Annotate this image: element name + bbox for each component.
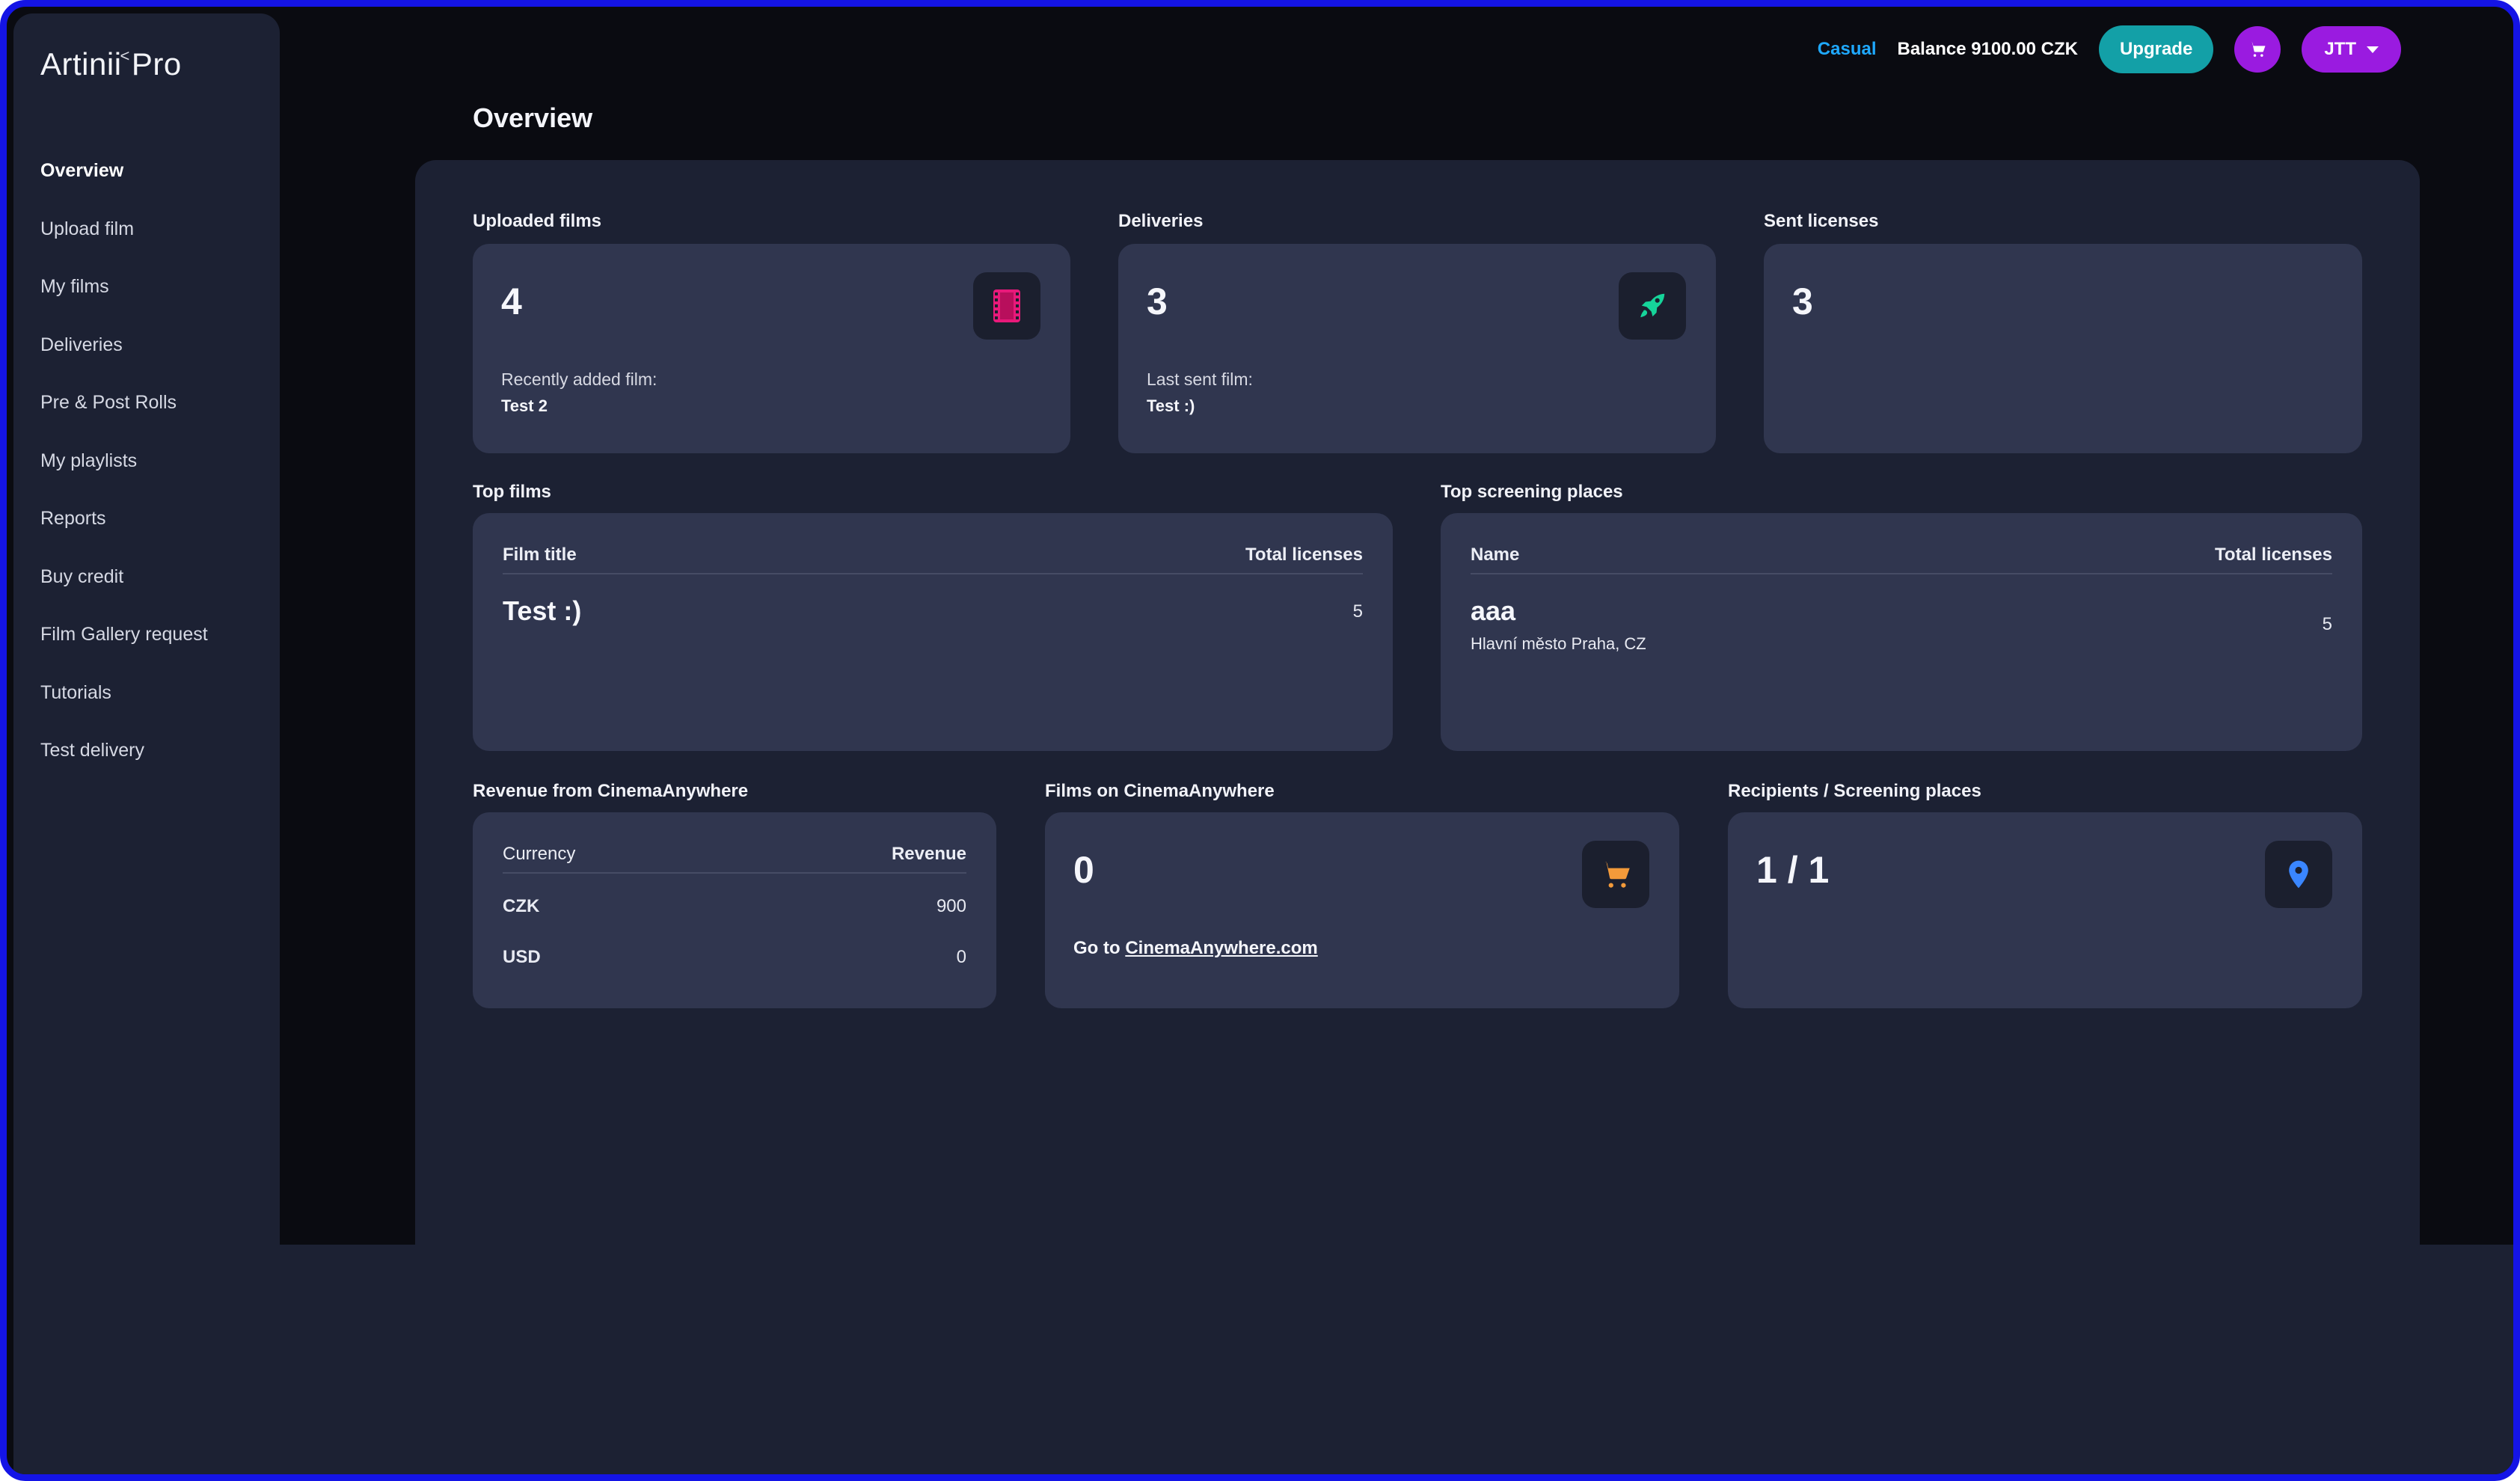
- sidebar-item-overview[interactable]: Overview: [40, 156, 208, 214]
- revenue-divider: [503, 872, 966, 874]
- app-logo[interactable]: Artinii˂Pro: [40, 46, 182, 82]
- top-places-card: Name Total licenses aaa Hlavní město Pra…: [1441, 513, 2362, 751]
- place-location-cell: Hlavní město Praha, CZ: [1471, 634, 1646, 653]
- top-films-header-licenses: Total licenses: [1245, 545, 1363, 565]
- deliveries-count: 3: [1147, 280, 1168, 322]
- upgrade-button[interactable]: Upgrade: [2098, 25, 2214, 73]
- top-films-divider: [503, 573, 1363, 574]
- overview-panel: Uploaded films 4 Recently added film: Te…: [415, 160, 2420, 1474]
- sidebar-item-my-playlists[interactable]: My playlists: [40, 446, 208, 504]
- location-pin-icon-box: [2265, 841, 2332, 908]
- top-places-header-licenses: Total licenses: [2215, 545, 2332, 565]
- sent-licenses-card: 3: [1764, 244, 2362, 453]
- user-menu-button[interactable]: JTT: [2302, 26, 2401, 73]
- sidebar-item-pre-post-rolls[interactable]: Pre & Post Rolls: [40, 387, 208, 446]
- top-places-header-name: Name: [1471, 545, 1520, 565]
- recipients-card: 1 / 1: [1728, 812, 2362, 1008]
- sidebar-item-deliveries[interactable]: Deliveries: [40, 330, 208, 388]
- top-bar: Casual Balance 9100.00 CZK Upgrade JTT: [1818, 25, 2401, 74]
- top-places-label: Top screening places: [1441, 482, 1623, 502]
- page-title: Overview: [473, 102, 593, 133]
- cart-icon: [1601, 862, 1630, 888]
- logo-suffix: Pro: [131, 46, 182, 82]
- deliveries-card: 3 Last sent film: Test :): [1118, 244, 1716, 453]
- sidebar-item-upload-film[interactable]: Upload film: [40, 214, 208, 272]
- top-films-header-title: Film title: [503, 545, 577, 565]
- revenue-header-revenue: Revenue: [891, 844, 966, 864]
- cinema-films-label: Films on CinemaAnywhere: [1045, 781, 1275, 801]
- cinema-films-card: 0 Go to CinemaAnywhere.com: [1045, 812, 1679, 1008]
- cart-button[interactable]: [2234, 26, 2281, 73]
- revenue-header-currency: Currency: [503, 844, 576, 864]
- uploaded-films-card: 4 Recently added film: Test 2: [473, 244, 1070, 453]
- cinema-films-count: 0: [1073, 849, 1094, 891]
- sidebar-nav: Overview Upload film My films Deliveries…: [40, 156, 208, 794]
- chevron-down-icon: [2367, 46, 2379, 53]
- top-films-label: Top films: [473, 482, 551, 502]
- revenue-cell: 0: [956, 947, 966, 967]
- film-icon: [993, 289, 1020, 322]
- top-places-divider: [1471, 573, 2332, 574]
- sidebar-item-test-delivery[interactable]: Test delivery: [40, 735, 208, 794]
- revenue-card: Currency Revenue CZK 900 USD 0: [473, 812, 996, 1008]
- rocket-icon-box: [1619, 272, 1686, 340]
- uploaded-films-count: 4: [501, 280, 522, 322]
- place-name-cell[interactable]: aaa: [1471, 595, 1515, 627]
- uploaded-films-label: Uploaded films: [473, 211, 602, 231]
- top-films-card: Film title Total licenses Test :) 5: [473, 513, 1393, 751]
- cinemaanywhere-link[interactable]: CinemaAnywhere.com: [1125, 938, 1317, 958]
- revenue-label: Revenue from CinemaAnywhere: [473, 781, 749, 801]
- logo-mark: ˂: [120, 46, 130, 65]
- sent-licenses-count: 3: [1792, 280, 1813, 322]
- film-title-cell[interactable]: Test :): [503, 595, 581, 627]
- currency-cell: CZK: [503, 896, 540, 916]
- sidebar-item-buy-credit[interactable]: Buy credit: [40, 562, 208, 620]
- last-sent-label: Last sent film:: [1147, 370, 1253, 389]
- location-pin-icon: [2289, 860, 2308, 889]
- sidebar-item-reports[interactable]: Reports: [40, 503, 208, 562]
- sidebar-item-tutorials[interactable]: Tutorials: [40, 678, 208, 736]
- revenue-cell: 900: [936, 896, 966, 916]
- plan-badge[interactable]: Casual: [1818, 39, 1877, 60]
- recently-added-label: Recently added film:: [501, 370, 657, 389]
- last-sent-film[interactable]: Test :): [1147, 396, 1195, 416]
- recently-added-film[interactable]: Test 2: [501, 396, 548, 416]
- currency-cell: USD: [503, 947, 541, 967]
- balance-text: Balance 9100.00 CZK: [1897, 39, 2078, 59]
- place-licenses-cell: 5: [2322, 614, 2332, 634]
- recipients-label: Recipients / Screening places: [1728, 781, 1981, 801]
- sidebar-item-my-films[interactable]: My films: [40, 272, 208, 330]
- cart-icon-box: [1582, 841, 1649, 908]
- link-prefix: Go to: [1073, 938, 1126, 958]
- user-initials: JTT: [2324, 39, 2356, 59]
- deliveries-label: Deliveries: [1118, 211, 1204, 231]
- sidebar-item-film-gallery-request[interactable]: Film Gallery request: [40, 619, 208, 678]
- film-icon-box: [973, 272, 1040, 340]
- sent-licenses-label: Sent licenses: [1764, 211, 1879, 231]
- recipients-count: 1 / 1: [1756, 849, 1830, 891]
- cart-icon: [2249, 42, 2266, 57]
- rocket-icon: [1640, 293, 1665, 318]
- app-window: Artinii˂Pro Overview Upload film My film…: [0, 0, 2520, 1481]
- logo-text: Artinii: [40, 46, 122, 82]
- film-licenses-cell: 5: [1352, 601, 1363, 622]
- cinemaanywhere-link-row: Go to CinemaAnywhere.com: [1073, 938, 1318, 959]
